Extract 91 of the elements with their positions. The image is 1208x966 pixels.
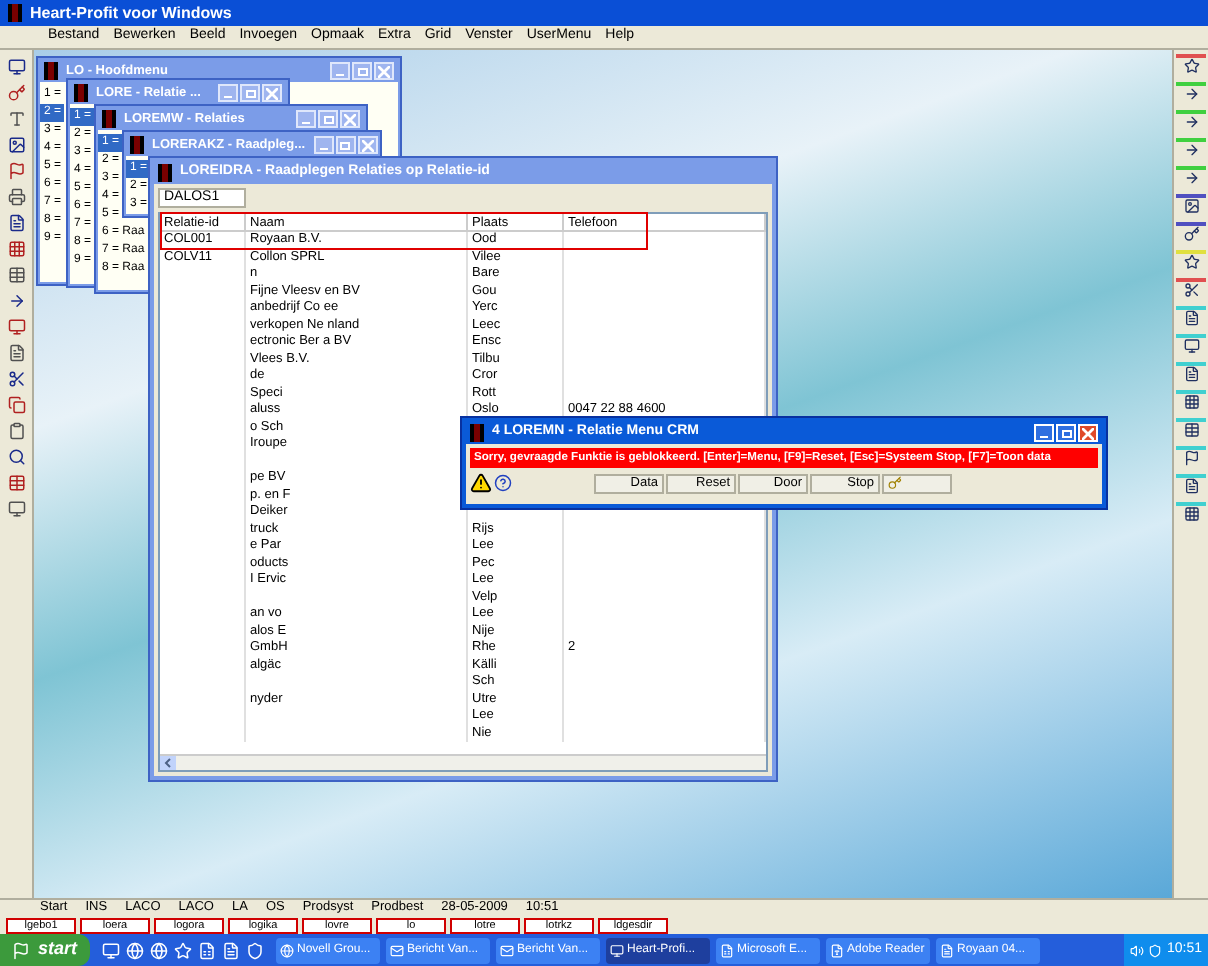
toolbar-icon	[7, 109, 25, 127]
toolbar-icon	[7, 447, 25, 465]
quick-launch-icon[interactable]	[173, 941, 192, 959]
toolbar-icon	[7, 239, 25, 257]
toolbar-icon	[7, 291, 25, 309]
toolbar-icon	[1183, 394, 1199, 410]
quick-launch-icon[interactable]	[149, 941, 168, 959]
quick-launch-icon[interactable]	[221, 941, 240, 959]
toolbar-button[interactable]	[1176, 334, 1206, 358]
toolbar-icon	[1183, 310, 1199, 326]
toolbar-icon	[7, 187, 25, 205]
toolbar-icon	[7, 135, 25, 153]
toolbar-button[interactable]	[1176, 54, 1206, 78]
toolbar-icon	[1183, 506, 1199, 522]
maximize-button[interactable]	[335, 136, 356, 154]
toolbar-button[interactable]	[4, 82, 28, 102]
toolbar-button[interactable]	[4, 212, 28, 232]
toolbar-icon	[7, 161, 25, 179]
toolbar-icon	[1183, 254, 1199, 270]
quick-launch-icon[interactable]	[245, 941, 264, 959]
toolbar-icon	[7, 317, 25, 335]
key-icon	[888, 476, 902, 490]
scroll-left-icon[interactable]	[160, 756, 176, 770]
toolbar-button[interactable]	[1176, 194, 1206, 218]
toolbar-icon	[7, 213, 25, 231]
toolbar-icon	[7, 473, 25, 491]
task-icon	[499, 943, 514, 957]
toolbar-button[interactable]	[4, 472, 28, 492]
toolbar-button[interactable]	[1176, 446, 1206, 470]
toolbar-icon	[1183, 142, 1199, 158]
task-icon	[719, 943, 734, 957]
app-icon	[470, 424, 484, 442]
minimize-button[interactable]	[313, 136, 334, 154]
toolbar-icon	[1183, 114, 1199, 130]
quick-launch-icon[interactable]	[197, 941, 216, 959]
toolbar-button[interactable]	[4, 420, 28, 440]
toolbar-button[interactable]	[1176, 390, 1206, 414]
window-title: Heart-Profit voor Windows	[30, 1, 232, 25]
app-icon	[8, 4, 22, 22]
toolbar-icon	[1183, 366, 1199, 382]
task-icon	[829, 943, 844, 957]
quick-launch-icon[interactable]	[125, 941, 144, 959]
toolbar-icon	[1183, 86, 1199, 102]
windows-flag-icon	[12, 941, 30, 959]
toolbar-icon	[7, 499, 25, 517]
toolbar-icon	[7, 83, 25, 101]
toolbar-icon	[1183, 450, 1199, 466]
tray-icon	[1148, 943, 1163, 957]
toolbar-button[interactable]	[1176, 502, 1206, 526]
toolbar-button[interactable]	[4, 316, 28, 336]
task-icon	[279, 943, 294, 957]
task-icon	[389, 943, 404, 957]
toolbar-button[interactable]	[4, 160, 28, 180]
toolbar-icon	[1183, 170, 1199, 186]
toolbar-button[interactable]	[1176, 474, 1206, 498]
toolbar-icon	[7, 395, 25, 413]
toolbar-button[interactable]	[1176, 222, 1206, 246]
toolbar-icon	[1183, 58, 1199, 74]
toolbar-icon	[1183, 478, 1199, 494]
toolbar-button[interactable]	[4, 186, 28, 206]
toolbar-button[interactable]	[4, 368, 28, 388]
toolbar-icon	[7, 369, 25, 387]
quick-launch-icon[interactable]	[101, 941, 120, 959]
toolbar-button[interactable]	[4, 498, 28, 518]
toolbar-icon	[7, 421, 25, 439]
tray-icon	[1130, 943, 1145, 957]
toolbar-button[interactable]	[1176, 306, 1206, 330]
toolbar-icon	[1183, 282, 1199, 298]
toolbar-button[interactable]	[4, 56, 28, 76]
toolbar-button[interactable]	[1176, 278, 1206, 302]
task-icon	[609, 943, 624, 957]
toolbar-button[interactable]	[4, 342, 28, 362]
toolbar-icon	[1183, 422, 1199, 438]
warning-icon	[470, 472, 492, 494]
toolbar-button[interactable]	[4, 238, 28, 258]
help-icon	[494, 474, 512, 492]
toolbar-button[interactable]	[1176, 418, 1206, 442]
close-button[interactable]	[357, 136, 378, 154]
toolbar-button[interactable]	[4, 394, 28, 414]
toolbar-button[interactable]	[4, 134, 28, 154]
toolbar-icon	[7, 265, 25, 283]
toolbar-button[interactable]	[4, 264, 28, 284]
start-button[interactable]: start	[0, 934, 90, 966]
toolbar-icon	[7, 57, 25, 75]
toolbar-button[interactable]	[4, 446, 28, 466]
toolbar-button[interactable]	[1176, 362, 1206, 386]
toolbar-icon	[1183, 226, 1199, 242]
task-icon	[939, 943, 954, 957]
toolbar-icon	[1183, 198, 1199, 214]
toolbar-icon	[7, 343, 25, 361]
toolbar-icon	[1183, 338, 1199, 354]
